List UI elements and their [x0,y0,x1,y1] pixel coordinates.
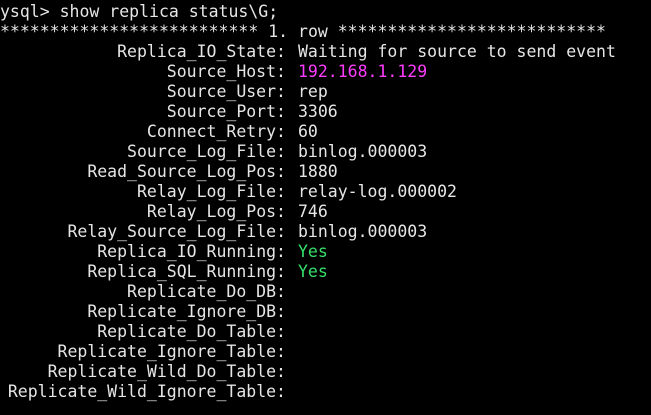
field-row-source-port: Source_Port: 3306 [0,102,651,122]
field-key: Replicate_Ignore_DB: [87,302,286,321]
field-row-source-user: Source_User: rep [0,82,651,102]
field-row-relay-source-log-file: Relay_Source_Log_File: binlog.000003 [0,222,651,242]
field-row-relay-log-pos: Relay_Log_Pos: 746 [0,202,651,222]
field-key: Replicate_Do_Table: [97,322,286,341]
command-line: ysql> show replica status\G; [0,2,279,21]
field-value: Yes [298,262,328,281]
field-row-replicate-ignore-table: Replicate_Ignore_Table: [0,342,651,362]
field-value: 60 [298,122,318,141]
field-key: Relay_Log_File: [136,182,286,201]
field-key: Replicate_Do_DB: [127,282,286,301]
field-value: Yes [298,242,328,261]
field-key: Replicate_Wild_Ignore_Table: [7,382,286,401]
field-key: Relay_Log_Pos: [146,202,286,221]
row-separator: ************************** 1. row ******… [0,22,606,41]
field-key: Source_Log_File: [127,142,286,161]
field-value: binlog.000003 [298,142,428,161]
field-row-replica-io-state: Replica_IO_State: Waiting for source to … [0,42,651,62]
field-key: Replicate_Ignore_Table: [57,342,286,361]
field-value: relay-log.000002 [298,182,457,201]
field-value: 192.168.1.129 [298,62,428,81]
field-row-connect-retry: Connect_Retry: 60 [0,122,651,142]
field-value: 3306 [298,102,338,121]
field-value: binlog.000003 [298,222,428,241]
field-row-replicate-do-table: Replicate_Do_Table: [0,322,651,342]
field-key: Replica_IO_State: [117,42,286,61]
field-row-replica-io-running: Replica_IO_Running: Yes [0,242,651,262]
field-row-source-host: Source_Host: 192.168.1.129 [0,62,651,82]
field-row-replica-sql-running: Replica_SQL_Running: Yes [0,262,651,282]
field-key: Source_User: [166,82,286,101]
field-row-replicate-wild-do-table: Replicate_Wild_Do_Table: [0,362,651,382]
field-key: Replica_SQL_Running: [87,262,286,281]
field-key: Source_Host: [166,62,286,81]
field-value: rep [298,82,328,101]
field-key: Read_Source_Log_Pos: [87,162,286,181]
field-row-replicate-ignore-db: Replicate_Ignore_DB: [0,302,651,322]
field-row-relay-log-file: Relay_Log_File: relay-log.000002 [0,182,651,202]
field-key: Relay_Source_Log_File: [67,222,286,241]
field-key: Replica_IO_Running: [97,242,286,261]
field-value: 1880 [298,162,338,181]
field-value: Waiting for source to send event [298,42,616,61]
field-row-source-log-file: Source_Log_File: binlog.000003 [0,142,651,162]
field-key: Connect_Retry: [146,122,286,141]
terminal-window[interactable]: ysql> show replica status\G; ***********… [0,0,651,415]
field-row-read-source-log-pos: Read_Source_Log_Pos: 1880 [0,162,651,182]
field-key: Replicate_Wild_Do_Table: [47,362,286,381]
field-row-replicate-wild-ignore-table: Replicate_Wild_Ignore_Table: [0,382,651,402]
field-row-replicate-do-db: Replicate_Do_DB: [0,282,651,302]
field-key: Source_Port: [166,102,286,121]
field-value: 746 [298,202,328,221]
